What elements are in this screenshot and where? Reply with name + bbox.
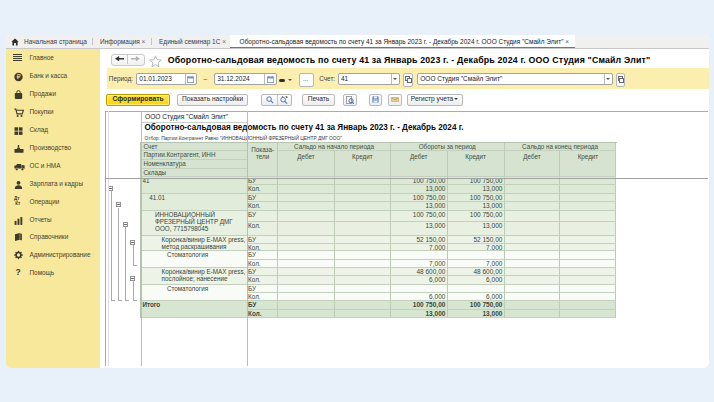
svg-text:₽: ₽ (16, 73, 20, 80)
